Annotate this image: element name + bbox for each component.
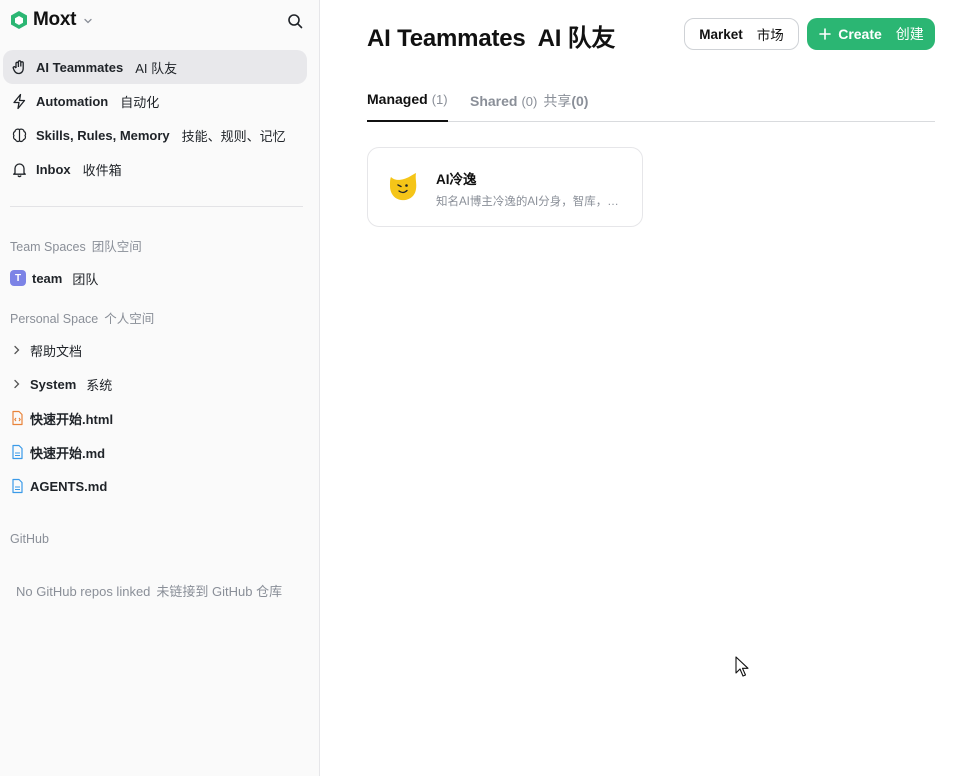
tree-file-quickstart-html[interactable]: 快速开始.html	[10, 407, 113, 429]
create-button[interactable]: Create 创建	[807, 18, 935, 50]
team-name: team	[32, 270, 63, 286]
nav-item-label: Automation	[36, 93, 109, 109]
nav-item-label-zh: AI 队友	[135, 60, 178, 76]
moxt-logo-icon	[11, 11, 27, 29]
lightning-icon	[13, 93, 26, 109]
nav-item-label-zh: 技能、规则、记忆	[181, 128, 286, 144]
teammate-tabs: Managed (1) Shared (0) 共享(0)	[367, 88, 935, 122]
create-label-zh: 创建	[895, 26, 924, 42]
tree-item-label: 快速开始.html	[30, 411, 114, 427]
teammate-description: 知名AI博主冷逸的AI分身，智库，…	[436, 196, 619, 208]
teammate-avatar-icon	[390, 173, 417, 201]
brain-icon	[12, 128, 27, 142]
nav-item-label: Inbox	[36, 161, 71, 177]
sidebar-item-team[interactable]: T team 团队	[10, 267, 98, 289]
tree-file-quickstart-md[interactable]: 快速开始.md	[10, 441, 105, 463]
tree-item-label: 快速开始.md	[30, 445, 106, 461]
tree-folder-system[interactable]: System 系统	[10, 373, 112, 395]
robot-hand-icon	[12, 59, 24, 74]
page-title: AI Teammates AI 队友	[367, 25, 616, 52]
market-label: Market	[699, 26, 743, 42]
sidebar: Moxt AI Teammates AI 队友 Automation 自动化 S…	[0, 0, 320, 776]
nav-item-inbox[interactable]: Inbox 收件箱	[3, 152, 307, 186]
nav-item-skills[interactable]: Skills, Rules, Memory 技能、规则、记忆	[3, 118, 307, 152]
md-file-icon	[12, 478, 23, 494]
team-spaces-heading: Team Spaces 团队空间	[10, 240, 142, 254]
github-empty-state: No GitHub repos linked 未链接到 GitHub 仓库	[16, 584, 283, 599]
team-avatar: T	[10, 270, 26, 286]
nav-item-label: Skills, Rules, Memory	[36, 127, 170, 143]
chevron-down-icon	[84, 18, 92, 24]
search-icon	[288, 14, 303, 29]
primary-nav: AI Teammates AI 队友 Automation 自动化 Skills, …	[3, 50, 307, 186]
github-heading: GitHub	[10, 532, 49, 546]
main-content: AI Teammates AI 队友 Market 市场 Create 创建 Ma…	[320, 0, 976, 776]
bell-icon	[13, 162, 26, 177]
html-file-icon	[12, 410, 23, 426]
workspace-switcher[interactable]: Moxt	[10, 9, 93, 31]
sidebar-divider	[10, 206, 303, 207]
chevron-right-icon	[14, 379, 20, 389]
nav-item-automation[interactable]: Automation 自动化	[3, 84, 307, 118]
teammate-card[interactable]: AI冷逸 知名AI博主冷逸的AI分身，智库，…	[367, 147, 643, 227]
personal-space-heading: Personal Space 个人空间	[10, 312, 155, 326]
tree-item-label: 帮助文档	[30, 343, 83, 359]
nav-item-label-zh: 收件箱	[82, 162, 122, 178]
tree-file-agents-md[interactable]: AGENTS.md	[10, 475, 107, 497]
nav-item-label-zh: 自动化	[120, 94, 160, 110]
market-label-zh: 市场	[756, 28, 784, 43]
plus-icon	[819, 28, 832, 40]
create-label: Create	[838, 26, 882, 42]
tab-managed[interactable]: Managed (1)	[367, 91, 448, 122]
nav-item-ai-teammates[interactable]: AI Teammates AI 队友	[3, 50, 307, 84]
team-name-zh: 团队	[72, 271, 99, 287]
teammate-name: AI冷逸	[436, 172, 477, 187]
tree-item-label: System	[30, 376, 77, 392]
brand-name: Moxt	[33, 9, 77, 30]
tab-shared[interactable]: Shared (0) 共享(0)	[470, 91, 588, 122]
tree-folder-help-docs[interactable]: 帮助文档	[10, 339, 82, 361]
mouse-cursor-icon	[735, 656, 749, 677]
tree-item-label-zh: 系统	[86, 377, 113, 393]
md-file-icon	[12, 444, 23, 460]
nav-item-label: AI Teammates	[36, 59, 124, 75]
search-button[interactable]	[284, 10, 306, 32]
tree-item-label: AGENTS.md	[30, 478, 108, 494]
market-button[interactable]: Market 市场	[684, 18, 799, 50]
chevron-right-icon	[14, 345, 20, 355]
